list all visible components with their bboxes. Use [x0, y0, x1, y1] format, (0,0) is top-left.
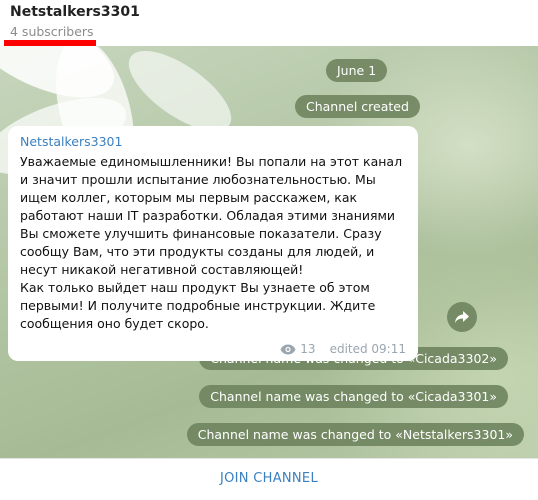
message-text: Уважаемые единомышленники! Вы попали на …	[20, 154, 403, 331]
share-button[interactable]	[447, 302, 477, 332]
chat-header: Netstalkers3301 4 subscribers	[0, 0, 538, 46]
red-underline-annotation	[4, 40, 96, 46]
view-count: 13	[300, 342, 316, 356]
edited-time: edited 09:11	[329, 342, 406, 356]
message-meta: 13 edited 09:11	[280, 342, 406, 356]
eye-icon	[280, 344, 296, 354]
subscriber-count: 4 subscribers	[10, 24, 94, 39]
date-separator: June 1	[326, 59, 388, 82]
message-author[interactable]: Netstalkers3301	[20, 134, 408, 149]
chat-footer: JOIN CHANNEL	[0, 458, 538, 500]
message-bubble[interactable]: Netstalkers3301 Уважаемые единомышленник…	[8, 126, 418, 361]
service-message-rename: Channel name was changed to «Netstalkers…	[186, 423, 524, 446]
service-message-rename: Channel name was changed to «Cicada3301»	[199, 385, 508, 408]
service-message-created: Channel created	[295, 95, 420, 118]
channel-title[interactable]: Netstalkers3301	[10, 4, 140, 20]
share-arrow-icon	[455, 311, 469, 323]
chat-area[interactable]: June 1 Channel created Netstalkers3301 У…	[0, 46, 538, 458]
join-channel-button[interactable]: JOIN CHANNEL	[0, 471, 538, 486]
